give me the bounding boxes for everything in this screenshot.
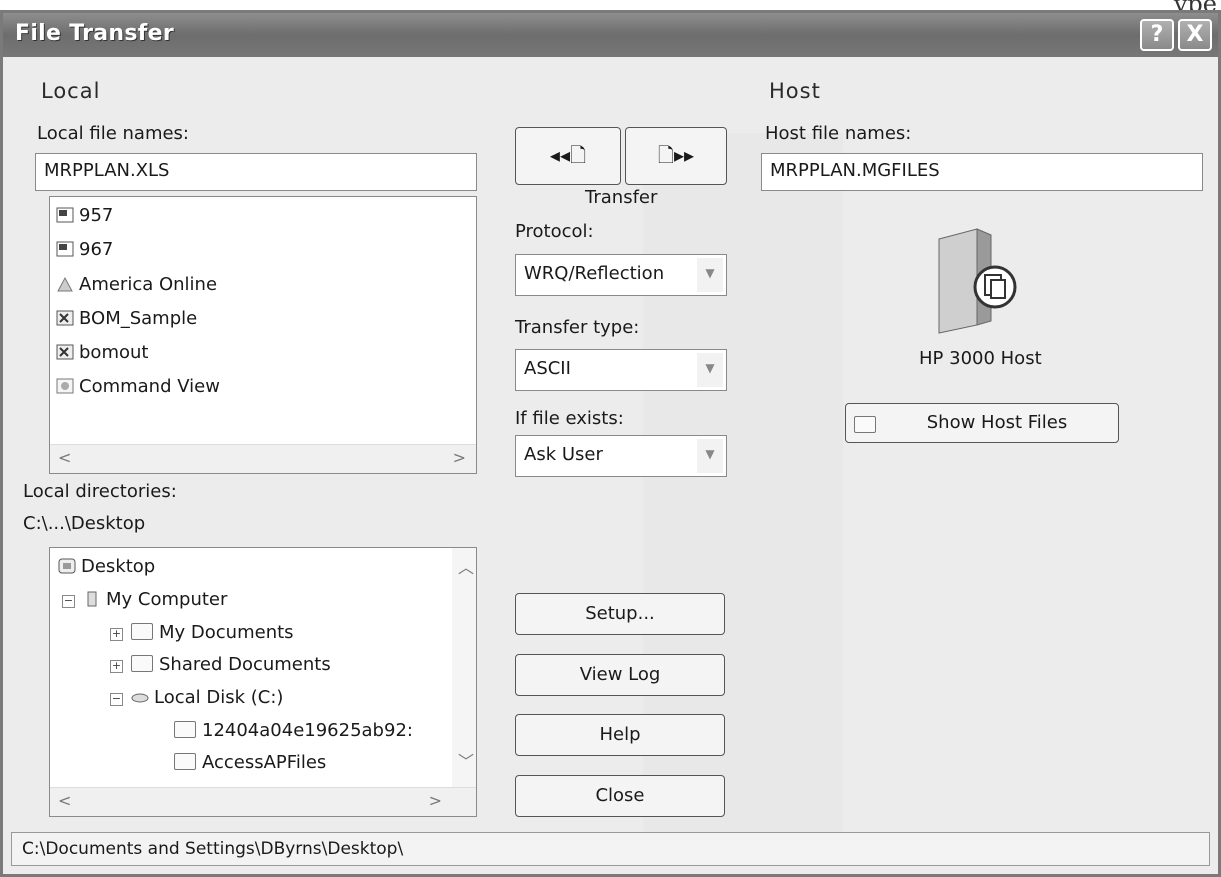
expand-icon[interactable]: + [110, 628, 123, 641]
local-directories-label: Local directories: [23, 481, 177, 502]
current-directory-path: C:\...\Desktop [23, 513, 146, 534]
local-file-list[interactable]: 957 967 America Online BOM_Sample bomout… [49, 196, 477, 474]
tree-node-local-disk[interactable]: − Local Disk (C:) [110, 687, 283, 708]
scroll-up-icon[interactable]: ︿ [458, 554, 474, 578]
help-button[interactable]: Help [515, 714, 725, 756]
tree-hscrollbar[interactable]: < > [50, 787, 476, 816]
status-path: C:\Documents and Settings\DByrns\Desktop… [22, 839, 404, 859]
tree-node-accessapfiles[interactable]: AccessAPFiles [174, 752, 326, 773]
tree-node-folder-12404[interactable]: 12404a04e19625ab92: [174, 720, 474, 741]
host-file-names-label: Host file names: [765, 123, 912, 144]
tree-node-my-documents[interactable]: + My Documents [110, 622, 294, 643]
folder-icon [174, 753, 196, 770]
list-item[interactable]: Command View [56, 376, 220, 397]
host-name: HP 3000 Host [919, 348, 1042, 369]
status-bar: C:\Documents and Settings\DByrns\Desktop… [11, 832, 1210, 866]
help-icon[interactable]: ? [1140, 19, 1174, 51]
close-button[interactable]: Close [515, 775, 725, 817]
local-directory-tree[interactable]: Desktop − My Computer + My Documents + Shar… [49, 547, 477, 817]
tree-node-shared-documents[interactable]: + Shared Documents [110, 654, 331, 675]
file-transfer-dialog: File Transfer ? X Local Local file names… [0, 10, 1221, 877]
tree-vscrollbar[interactable]: ︿ ﹀ [452, 548, 476, 788]
list-item[interactable]: 957 [56, 205, 113, 226]
hp-document-icon [56, 241, 74, 257]
chevron-down-icon[interactable]: ▼ [697, 258, 723, 292]
computer-icon [83, 591, 101, 607]
receive-file-button[interactable]: ◂◂🗋 [515, 127, 621, 185]
collapse-icon[interactable]: − [110, 693, 123, 706]
excel-file-icon [56, 344, 74, 360]
window-title: File Transfer [15, 21, 174, 46]
chevron-down-icon[interactable]: ▼ [697, 439, 723, 473]
folder-icon [131, 655, 153, 672]
local-files-hscrollbar[interactable]: < > [50, 444, 476, 473]
show-host-files-button[interactable]: Show Host Files [845, 403, 1119, 443]
excel-file-icon [56, 310, 74, 326]
setup-button[interactable]: Setup... [515, 593, 725, 635]
folder-icon [174, 721, 196, 738]
folder-icon [854, 416, 876, 433]
protocol-select[interactable]: WRQ/Reflection ▼ [515, 254, 727, 296]
expand-icon[interactable]: + [110, 660, 123, 673]
scroll-left-icon[interactable]: < [58, 791, 71, 810]
if-file-exists-label: If file exists: [515, 408, 624, 429]
list-item[interactable]: 967 [56, 239, 113, 260]
local-file-names-label: Local file names: [37, 123, 189, 144]
host-file-name-input[interactable]: MRPPLAN.MGFILES [761, 153, 1203, 191]
send-file-button[interactable]: 🗋▸▸ [625, 127, 727, 185]
hp-document-icon [56, 207, 74, 223]
transfer-type-select[interactable]: ASCII ▼ [515, 349, 727, 391]
title-bar: File Transfer ? X [3, 13, 1218, 57]
chevron-down-icon[interactable]: ▼ [697, 353, 723, 387]
host-section-heading: Host [769, 79, 821, 103]
show-host-files-label: Show Host Files [926, 412, 1068, 433]
tree-node-my-computer[interactable]: − My Computer [62, 589, 227, 610]
app-shortcut-icon [56, 378, 74, 394]
folder-icon [131, 623, 153, 640]
list-item[interactable]: America Online [56, 274, 217, 295]
scroll-down-icon[interactable]: ﹀ [458, 748, 474, 772]
protocol-label: Protocol: [515, 221, 594, 242]
disk-drive-icon [131, 689, 149, 705]
scroll-right-icon[interactable]: > [453, 448, 466, 467]
transfer-type-label: Transfer type: [515, 317, 640, 338]
server-icon [929, 225, 1029, 335]
tree-node-desktop[interactable]: Desktop [58, 556, 155, 577]
scroll-left-icon[interactable]: < [58, 448, 71, 467]
if-file-exists-select[interactable]: Ask User ▼ [515, 435, 727, 477]
close-icon[interactable]: X [1178, 19, 1212, 51]
scroll-right-icon[interactable]: > [429, 791, 442, 810]
desktop-icon [58, 558, 76, 574]
view-log-button[interactable]: View Log [515, 654, 725, 696]
local-file-name-input[interactable]: MRPPLAN.XLS [35, 153, 477, 191]
aol-shortcut-icon [56, 276, 74, 292]
list-item[interactable]: BOM_Sample [56, 308, 197, 329]
transfer-label: Transfer [585, 187, 658, 208]
collapse-icon[interactable]: − [62, 595, 75, 608]
list-item[interactable]: bomout [56, 342, 148, 363]
local-section-heading: Local [41, 79, 101, 103]
